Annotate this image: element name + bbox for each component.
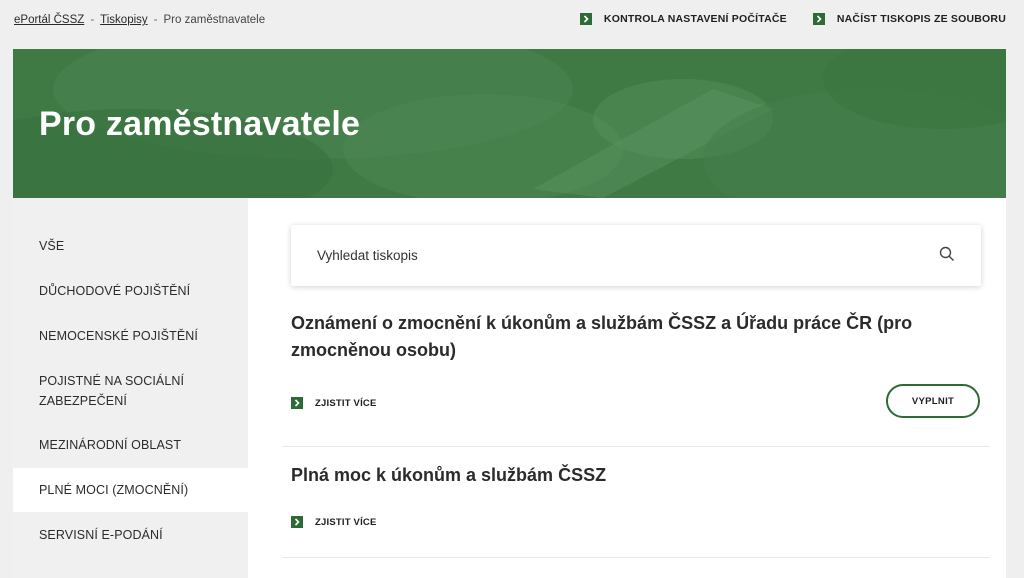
top-bar: ePortál ČSSZ - Tiskopisy - Pro zaměstnav… xyxy=(0,0,1024,40)
check-computer-settings-label: KONTROLA NASTAVENÍ POČÍTAČE xyxy=(603,13,787,25)
breadcrumb: ePortál ČSSZ - Tiskopisy - Pro zaměstnav… xyxy=(14,14,265,26)
hero-banner: Pro zaměstnavatele xyxy=(13,49,1006,198)
breadcrumb-link-tiskopisy[interactable]: Tiskopisy xyxy=(100,14,148,26)
learn-more-link[interactable]: ZJISTIT VÍCE xyxy=(291,397,377,409)
search-input[interactable] xyxy=(291,225,931,286)
breadcrumb-separator: - xyxy=(90,14,95,26)
search-box xyxy=(291,225,981,286)
load-form-from-file-label: NAČÍST TISKOPIS ZE SOUBORU xyxy=(836,13,1006,25)
learn-more-label: ZJISTIT VÍCE xyxy=(315,516,377,528)
form-title: Plná moc k úkonům a službám ČSSZ xyxy=(291,465,607,485)
check-computer-settings-link[interactable]: KONTROLA NASTAVENÍ POČÍTAČE xyxy=(579,13,787,25)
sidebar: VŠE DŮCHODOVÉ POJIŠTĚNÍ NEMOCENSKÉ POJIŠ… xyxy=(13,198,248,578)
form-card: Plná moc k úkonům a službám ČSSZ ZJISTIT… xyxy=(283,448,989,558)
fill-form-button[interactable]: VYPLNIT xyxy=(886,384,980,418)
chevron-right-icon xyxy=(291,516,303,528)
chevron-right-icon xyxy=(291,397,303,409)
learn-more-label: ZJISTIT VÍCE xyxy=(315,397,377,409)
top-links: KONTROLA NASTAVENÍ POČÍTAČE NAČÍST TISKO… xyxy=(579,13,1006,25)
load-form-from-file-link[interactable]: NAČÍST TISKOPIS ZE SOUBORU xyxy=(812,13,1006,25)
sidebar-item-international[interactable]: MEZINÁRODNÍ OBLAST xyxy=(13,435,248,455)
breadcrumb-separator: - xyxy=(153,14,158,26)
sidebar-item-pension-insurance[interactable]: DŮCHODOVÉ POJIŠTĚNÍ xyxy=(13,281,248,301)
chevron-right-icon xyxy=(579,13,592,25)
sidebar-item-social-security-contributions[interactable]: POJISTNÉ NA SOCIÁLNÍ ZABEZPEČENÍ xyxy=(13,371,248,411)
breadcrumb-link-eportal[interactable]: ePortál ČSSZ xyxy=(14,14,84,26)
sidebar-item-service-e-filing[interactable]: SERVISNÍ E-PODÁNÍ xyxy=(13,525,248,545)
page-title: Pro zaměstnavatele xyxy=(39,105,361,143)
sidebar-item-powers-of-attorney[interactable]: PLNÉ MOCI (ZMOCNĚNÍ) xyxy=(13,468,248,512)
sidebar-item-sickness-insurance[interactable]: NEMOCENSKÉ POJIŠTĚNÍ xyxy=(13,326,248,346)
breadcrumb-current: Pro zaměstnavatele xyxy=(163,14,266,26)
main-content: Oznámení o zmocnění k úkonům a službám Č… xyxy=(248,198,1006,578)
learn-more-link[interactable]: ZJISTIT VÍCE xyxy=(291,516,377,528)
form-title: Oznámení o zmocnění k úkonům a službám Č… xyxy=(291,313,913,360)
search-icon[interactable] xyxy=(939,246,955,267)
chevron-right-icon xyxy=(812,13,825,25)
sidebar-item-all[interactable]: VŠE xyxy=(13,236,248,256)
form-card: Oznámení o zmocnění k úkonům a službám Č… xyxy=(283,310,989,447)
